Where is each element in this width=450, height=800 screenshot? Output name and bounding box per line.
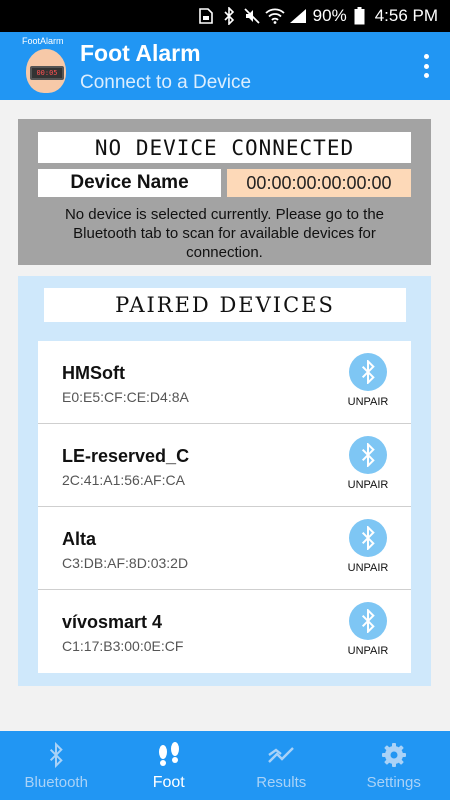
- nav-label: Results: [256, 774, 307, 791]
- unpair-button[interactable]: UNPAIR: [344, 519, 392, 579]
- connection-message: No device is selected currently. Please …: [64, 206, 385, 261]
- unpair-button[interactable]: UNPAIR: [344, 353, 392, 413]
- signal-icon: [288, 6, 308, 26]
- unpair-button[interactable]: UNPAIR: [344, 602, 392, 662]
- bluetooth-icon: [219, 6, 239, 26]
- app-bar: FootAlarm 00:05 Foot Alarm Connect to a …: [0, 32, 450, 100]
- bottom-navigation: Bluetooth Foot Results Settings: [0, 731, 450, 800]
- connection-status: NO DEVICE CONNECTED: [38, 132, 411, 163]
- app-subtitle: Connect to a Device: [80, 72, 252, 93]
- app-title: Foot Alarm: [80, 40, 201, 66]
- unpair-label: UNPAIR: [347, 562, 389, 574]
- connection-panel: NO DEVICE CONNECTED Device Name 00:00:00…: [18, 119, 431, 265]
- logo-text: FootAlarm: [22, 36, 64, 46]
- device-row[interactable]: Alta C3:DB:AF:8D:03:2D UNPAIR: [38, 507, 411, 590]
- unpair-button[interactable]: UNPAIR: [344, 436, 392, 496]
- overflow-menu-icon[interactable]: [420, 52, 432, 80]
- nav-label: Settings: [366, 774, 421, 791]
- device-mac: C1:17:B3:00:0E:CF: [62, 638, 184, 654]
- status-bar: 90% 4:56 PM: [0, 0, 450, 32]
- device-name: HMSoft: [62, 363, 125, 383]
- mute-icon: [242, 6, 262, 26]
- gear-icon: [380, 741, 408, 769]
- device-mac: C3:DB:AF:8D:03:2D: [62, 555, 189, 571]
- bluetooth-icon: [349, 353, 387, 391]
- device-row[interactable]: vívosmart 4 C1:17:B3:00:0E:CF UNPAIR: [38, 590, 411, 673]
- unpair-label: UNPAIR: [347, 479, 389, 491]
- bluetooth-icon: [42, 741, 70, 769]
- nav-tab-bluetooth[interactable]: Bluetooth: [0, 731, 113, 800]
- sim-card-icon: [196, 6, 216, 26]
- nav-tab-foot[interactable]: Foot: [113, 731, 226, 800]
- bluetooth-icon: [349, 602, 387, 640]
- footprints-icon: [155, 741, 183, 769]
- app-screen: 90% 4:56 PM FootAlarm 00:05 Foot Alarm C…: [0, 0, 450, 800]
- paired-device-list: HMSoft E0:E5:CF:CE:D4:8A UNPAIR LE-reser…: [38, 341, 411, 673]
- app-logo: FootAlarm 00:05: [22, 36, 72, 94]
- bluetooth-icon: [349, 519, 387, 557]
- paired-devices-header: PAIRED DEVICES: [44, 288, 406, 322]
- connected-mac-address: 00:00:00:00:00:00: [227, 169, 411, 197]
- nav-tab-results[interactable]: Results: [225, 731, 338, 800]
- device-name: vívosmart 4: [62, 612, 163, 632]
- clock: 4:56 PM: [374, 6, 438, 25]
- device-mac: E0:E5:CF:CE:D4:8A: [62, 389, 189, 405]
- device-name-label: Device Name: [38, 169, 221, 197]
- device-row[interactable]: LE-reserved_C 2C:41:A1:56:AF:CA UNPAIR: [38, 424, 411, 507]
- device-mac: 2C:41:A1:56:AF:CA: [62, 472, 185, 488]
- nav-label: Foot: [152, 774, 185, 791]
- device-row[interactable]: HMSoft E0:E5:CF:CE:D4:8A UNPAIR: [38, 341, 411, 424]
- logo-display: 00:05: [30, 66, 64, 80]
- paired-devices-panel: PAIRED DEVICES HMSoft E0:E5:CF:CE:D4:8A …: [18, 276, 431, 686]
- unpair-label: UNPAIR: [347, 645, 389, 657]
- trend-chart-icon: [267, 741, 295, 769]
- device-name: Alta: [62, 529, 97, 549]
- bluetooth-icon: [349, 436, 387, 474]
- battery-percent: 90%: [312, 6, 347, 25]
- nav-tab-settings[interactable]: Settings: [338, 731, 450, 800]
- wifi-icon: [265, 6, 285, 26]
- unpair-label: UNPAIR: [347, 396, 389, 408]
- nav-label: Bluetooth: [24, 774, 88, 791]
- battery-icon: [350, 6, 370, 26]
- device-name: LE-reserved_C: [62, 446, 190, 466]
